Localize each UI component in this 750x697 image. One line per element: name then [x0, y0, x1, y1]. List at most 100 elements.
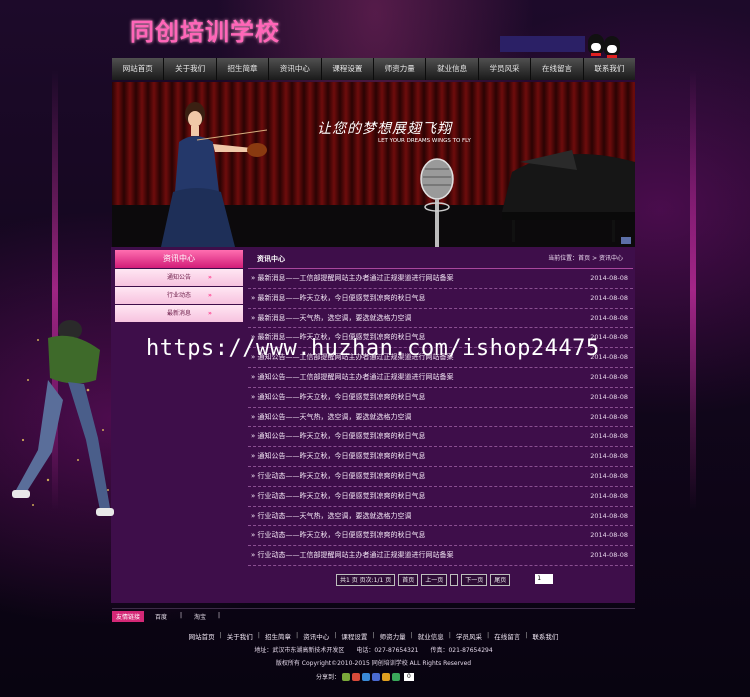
douban-icon[interactable]: [382, 672, 391, 681]
list-item-title[interactable]: » 通知公告——昨天立秋，今日便感觉到凉爽的秋日气息: [251, 388, 426, 408]
link-baidu[interactable]: 百度: [155, 612, 167, 621]
list-item-date: 2014-08-08: [590, 491, 628, 500]
list-item[interactable]: » 最新消息——工信部提醒网站主办者通过正规渠道进行网站备案 2014-08-08: [248, 269, 633, 289]
nav-item-students[interactable]: 学员风采: [479, 58, 532, 80]
list-item[interactable]: » 行业动态——天气热，选空调，要选就选格力空调 2014-08-08: [248, 507, 633, 527]
list-item-date: 2014-08-08: [590, 313, 628, 322]
qq-icon[interactable]: [586, 32, 626, 58]
links-separator: |: [218, 612, 221, 619]
more-share-icon[interactable]: [392, 672, 401, 681]
list-item-title[interactable]: » 行业动态——天气热，选空调，要选就选格力空调: [251, 507, 412, 527]
footer-link-students[interactable]: 学员风采: [451, 631, 487, 641]
nav-item-contact[interactable]: 联系我们: [584, 58, 635, 80]
banner-slogan-en: LET YOUR DREAMS WINGS TO FLY: [378, 138, 471, 144]
list-item[interactable]: » 行业动态——昨天立秋，今日便感觉到凉爽的秋日气息 2014-08-08: [248, 526, 633, 547]
piano-image: [502, 150, 635, 242]
dancer-image: [12, 320, 114, 516]
list-item[interactable]: » 行业动态——工信部提醒网站主办者通过正规渠道进行网站备案 2014-08-08: [248, 546, 633, 566]
link-taobao[interactable]: 淘宝: [194, 612, 206, 621]
list-item-date: 2014-08-08: [590, 412, 628, 421]
last-page-button[interactable]: 尾页: [490, 574, 511, 586]
list-item-title[interactable]: » 通知公告——工信部提醒网站主办者通过正规渠道进行网站备案: [251, 368, 454, 388]
banner-pager-dot[interactable]: [621, 237, 631, 244]
breadcrumb: 当前位置：首页 > 资讯中心: [548, 255, 623, 262]
nav-item-faculty[interactable]: 师资力量: [374, 58, 427, 80]
list-item-date: 2014-08-08: [590, 293, 628, 302]
news-list: » 最新消息——工信部提醒网站主办者通过正规渠道进行网站备案 2014-08-08…: [248, 269, 633, 566]
footer-link-courses[interactable]: 课程设置: [336, 631, 372, 641]
list-item[interactable]: » 行业动态——昨天立秋，今日便感觉到凉爽的秋日气息 2014-08-08: [248, 467, 633, 487]
nav-item-news[interactable]: 资讯中心: [269, 58, 322, 80]
list-item-title[interactable]: » 行业动态——昨天立秋，今日便感觉到凉爽的秋日气息: [251, 526, 426, 546]
friend-links: 友情链接 百度 | 淘宝 |: [112, 608, 635, 622]
sidebar-item-industry[interactable]: 行业动态 »: [115, 287, 243, 304]
list-item[interactable]: » 通知公告——工信部提醒网站主办者通过正规渠道进行网站备案 2014-08-08: [248, 368, 633, 388]
sidebar-item-notices[interactable]: 通知公告 »: [115, 269, 243, 286]
list-item-title[interactable]: » 行业动态——昨天立秋，今日便感觉到凉爽的秋日气息: [251, 467, 426, 487]
footer-link-contact[interactable]: 联系我们: [527, 631, 563, 641]
double-chevron-right-icon: »: [208, 292, 212, 299]
list-item-title[interactable]: » 通知公告——昨天立秋，今日便感觉到凉爽的秋日气息: [251, 447, 426, 467]
footer-link-message[interactable]: 在线留言: [489, 631, 525, 641]
list-item-date: 2014-08-08: [590, 274, 628, 282]
list-item-title[interactable]: » 最新消息——天气热，选空调，要选就选格力空调: [251, 309, 412, 329]
footer-link-news[interactable]: 资讯中心: [298, 631, 334, 641]
footer-link-home[interactable]: 网站首页: [184, 631, 220, 641]
list-item-title[interactable]: » 通知公告——昨天立秋，今日便感觉到凉爽的秋日气息: [251, 427, 426, 447]
nav-item-message[interactable]: 在线留言: [531, 58, 584, 80]
double-chevron-right-icon: »: [208, 274, 212, 281]
links-label: 友情链接: [112, 611, 145, 622]
share-label: 分享到：: [316, 674, 341, 681]
stage-light-right: [690, 70, 696, 510]
footer-link-jobs[interactable]: 就业信息: [413, 631, 449, 641]
sidebar-item-latest[interactable]: 最新消息 »: [115, 305, 243, 322]
list-item-date: 2014-08-08: [590, 511, 628, 520]
list-item-title[interactable]: » 最新消息——工信部提醒网站主办者通过正规渠道进行网站备案: [251, 269, 454, 289]
first-page-button[interactable]: 首页: [398, 574, 419, 586]
sidebar: 资讯中心 通知公告 » 行业动态 » 最新消息 »: [115, 250, 243, 322]
watermark-url: https://www.huzhan.com/ishop24475: [146, 336, 600, 361]
page-info: 共1 页 页次:1/1 页: [336, 574, 396, 586]
list-item-date: 2014-08-08: [590, 372, 628, 381]
list-item[interactable]: » 最新消息——天气热，选空调，要选就选格力空调 2014-08-08: [248, 309, 633, 329]
footer-link-about[interactable]: 关于我们: [222, 631, 258, 641]
list-item[interactable]: » 通知公告——昨天立秋，今日便感觉到凉爽的秋日气息 2014-08-08: [248, 388, 633, 408]
weibo-icon[interactable]: [352, 672, 361, 681]
list-item-date: 2014-08-08: [590, 392, 628, 401]
footer-link-admissions[interactable]: 招生简章: [260, 631, 296, 641]
list-item[interactable]: » 最新消息——昨天立秋，今日便感觉到凉爽的秋日气息 2014-08-08: [248, 289, 633, 309]
renren-icon[interactable]: [372, 672, 381, 681]
list-item-date: 2014-08-08: [590, 452, 628, 461]
list-item[interactable]: » 行业动态——昨天立秋，今日便感觉到凉爽的秋日气息 2014-08-08: [248, 487, 633, 507]
list-item-date: 2014-08-08: [590, 432, 628, 441]
footer-link-faculty[interactable]: 师资力量: [375, 631, 411, 641]
list-item-title[interactable]: » 最新消息——昨天立秋，今日便感觉到凉爽的秋日气息: [251, 289, 426, 309]
nav-item-about[interactable]: 关于我们: [164, 58, 217, 80]
next-page-button[interactable]: 下一页: [461, 574, 488, 586]
nav-item-admissions[interactable]: 招生简章: [217, 58, 270, 80]
list-item[interactable]: » 通知公告——天气热，选空调，要选就选格力空调 2014-08-08: [248, 408, 633, 428]
nav-item-home[interactable]: 网站首页: [112, 58, 165, 80]
list-item-title[interactable]: » 行业动态——昨天立秋，今日便感觉到凉爽的秋日气息: [251, 487, 426, 507]
footer-nav: 网站首页 | 关于我们 | 招生简章 | 资讯中心 | 课程设置 | 师资力量 | 就业信息…: [112, 631, 635, 641]
content-title: 资讯中心: [257, 255, 285, 263]
list-item-title[interactable]: » 通知公告——天气热，选空调，要选就选格力空调: [251, 408, 412, 428]
hero-banner: 让您的梦想展翅飞翔 LET YOUR DREAMS WINGS TO FLY: [112, 82, 635, 247]
tencent-weibo-icon[interactable]: [362, 672, 371, 681]
sidebar-item-label: 行业动态: [167, 292, 192, 299]
nav-item-courses[interactable]: 课程设置: [322, 58, 375, 80]
page-select[interactable]: 1: [535, 573, 554, 584]
footer-address: 地址：武汉市东湖高新技术开发区 电话：027-87654321 传真：021-8…: [254, 647, 493, 654]
list-item[interactable]: » 通知公告——昨天立秋，今日便感觉到凉爽的秋日气息 2014-08-08: [248, 427, 633, 448]
qq-online-bar: [500, 36, 585, 52]
site-logo[interactable]: 同创培训学校: [130, 12, 280, 47]
qzone-icon[interactable]: [342, 672, 351, 681]
sidebar-title: 资讯中心: [115, 250, 243, 268]
list-item-date: 2014-08-08: [590, 531, 628, 540]
prev-page-button[interactable]: 上一页: [421, 574, 448, 586]
links-separator: |: [180, 612, 183, 619]
list-item[interactable]: » 通知公告——昨天立秋，今日便感觉到凉爽的秋日气息 2014-08-08: [248, 447, 633, 467]
sidebar-item-label: 最新消息: [167, 310, 192, 317]
nav-item-jobs[interactable]: 就业信息: [426, 58, 479, 80]
list-item-title[interactable]: » 行业动态——工信部提醒网站主办者通过正规渠道进行网站备案: [251, 546, 454, 566]
